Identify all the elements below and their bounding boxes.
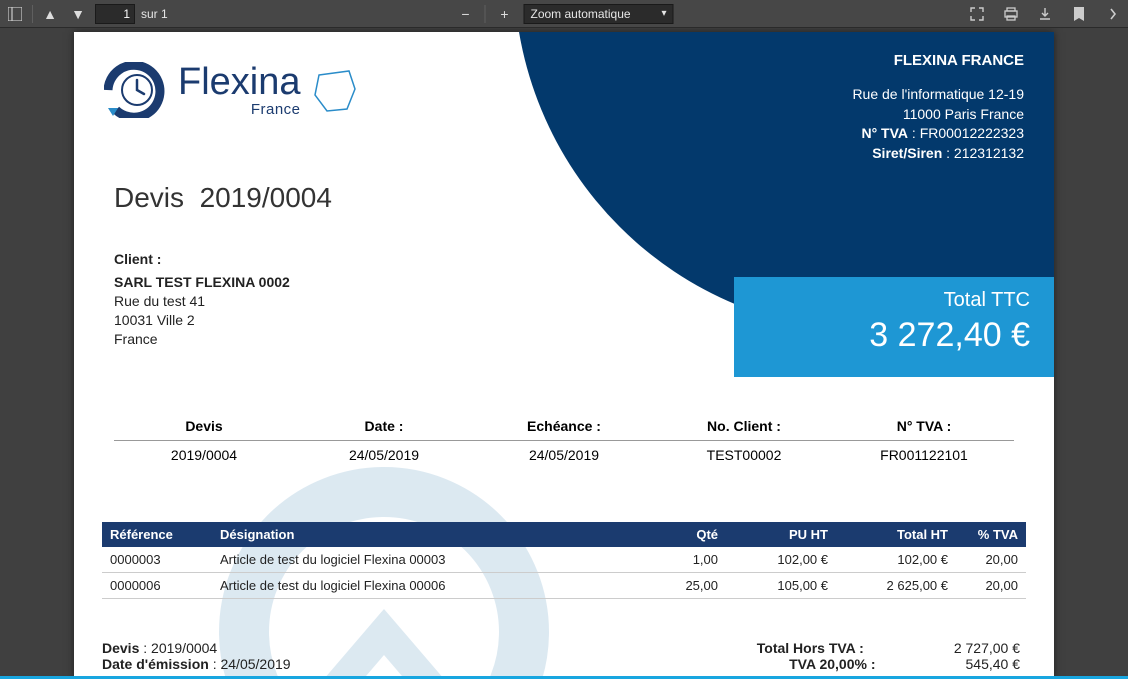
footer-summary: Devis : 2019/0004 Date d'émission : 24/0… [102,640,1020,672]
col-qte: Qté [646,522,726,547]
meta-v-date: 24/05/2019 [294,441,474,469]
footer-left: Devis : 2019/0004 Date d'émission : 24/0… [102,640,291,672]
tva-value: 545,40 € [966,656,1021,672]
col-reference: Référence [102,522,212,547]
meta-v-tva: FR001122101 [834,441,1014,469]
pdf-viewer[interactable]: FLEXINA FRANCE Rue de l'informatique 12-… [0,28,1128,679]
client-address-2: 10031 Ville 2 [114,311,290,330]
meta-body-row: 2019/0004 24/05/2019 24/05/2019 TEST0000… [114,441,1014,469]
meta-h-tva: N° TVA : [834,412,1014,440]
zoom-out-icon[interactable]: − [455,3,477,25]
company-address-2: 11000 Paris France [852,105,1024,125]
fullscreen-icon[interactable] [966,3,988,25]
page-count-label: sur 1 [141,7,168,21]
bookmark-icon[interactable] [1068,3,1090,25]
client-country: France [114,330,290,349]
meta-h-date: Date : [294,412,474,440]
client-block: Client : SARL TEST FLEXINA 0002 Rue du t… [114,250,290,348]
france-map-icon [309,65,359,115]
meta-h-echeance: Echéance : [474,412,654,440]
company-name: FLEXINA FRANCE [852,50,1024,71]
company-siret: Siret/Siren : 212312132 [852,144,1024,164]
meta-h-noclient: No. Client : [654,412,834,440]
total-ttc-label: Total TTC [758,289,1030,312]
separator [32,5,33,23]
zoom-select-label: Zoom automatique [531,7,631,21]
sidebar-toggle-icon[interactable] [4,3,26,25]
print-icon[interactable] [1000,3,1022,25]
footer-right: Total Hors TVA : 2 727,00 € TVA 20,00% : 5… [757,640,1020,672]
clock-arrow-icon [104,62,170,118]
meta-v-echeance: 24/05/2019 [474,441,654,469]
col-tva: % TVA [956,522,1026,547]
col-designation: Désignation [212,522,646,547]
brand-logo: Flexina France [104,62,404,118]
page-up-icon[interactable]: ▲ [39,3,61,25]
col-pu-ht: PU HT [726,522,836,547]
page-down-icon[interactable]: ▼ [67,3,89,25]
client-label: Client : [114,250,290,269]
meta-v-noclient: TEST00002 [654,441,834,469]
lines-table: Référence Désignation Qté PU HT Total HT… [102,522,1026,599]
tools-icon[interactable] [1102,3,1124,25]
table-row: 0000003 Article de test du logiciel Flex… [102,547,1026,573]
chevron-down-icon: ▾ [661,8,666,19]
company-address-1: Rue de l'informatique 12-19 [852,85,1024,105]
download-icon[interactable] [1034,3,1056,25]
meta-h-devis: Devis [114,412,294,440]
pdf-page: FLEXINA FRANCE Rue de l'informatique 12-… [74,32,1054,679]
logo-sub-text: France [178,101,301,118]
total-ht-label: Total Hors TVA : [757,640,864,656]
meta-header-row: Devis Date : Echéance : No. Client : N° … [114,412,1014,441]
client-name: SARL TEST FLEXINA 0002 [114,273,290,292]
total-ttc-box: Total TTC 3 272,40 € [734,277,1054,377]
page-number-input[interactable] [95,4,135,24]
client-address-1: Rue du test 41 [114,292,290,311]
total-ht-value: 2 727,00 € [954,640,1020,656]
table-row: 0000006 Article de test du logiciel Flex… [102,573,1026,599]
logo-brand-text: Flexina [178,63,301,101]
meta-v-devis: 2019/0004 [114,441,294,469]
total-ttc-value: 3 272,40 € [758,316,1030,355]
document-title: Devis 2019/0004 [114,182,332,214]
company-vat: N° TVA : FR00012222323 [852,124,1024,144]
zoom-select[interactable]: Zoom automatique ▾ [524,4,674,24]
company-info: FLEXINA FRANCE Rue de l'informatique 12-… [852,50,1024,163]
pdf-toolbar: ▲ ▼ sur 1 − + Zoom automatique ▾ [0,0,1128,28]
meta-table: Devis Date : Echéance : No. Client : N° … [114,412,1014,469]
zoom-in-icon[interactable]: + [494,3,516,25]
separator [485,5,486,23]
lines-header-row: Référence Désignation Qté PU HT Total HT… [102,522,1026,547]
tva-label: TVA 20,00% : [789,656,875,672]
col-total-ht: Total HT [836,522,956,547]
